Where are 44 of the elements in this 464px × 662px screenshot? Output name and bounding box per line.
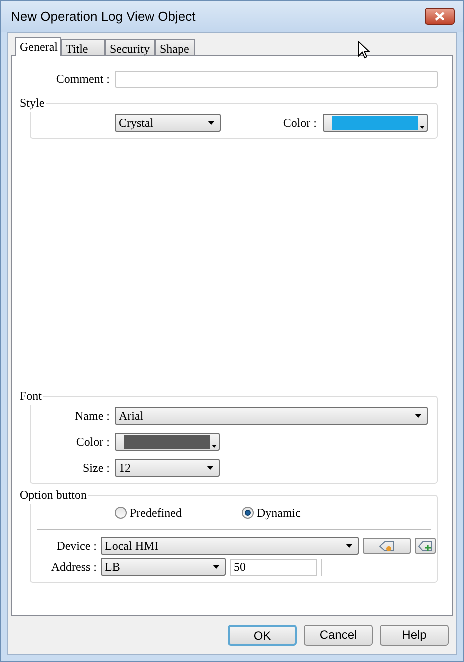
field-label: Size : — [82, 460, 110, 477]
group-title: Option button — [19, 487, 88, 504]
field-label: Name : — [74, 408, 110, 425]
dialog-button[interactable]: Help — [380, 624, 449, 646]
radio-option[interactable]: Dynamic — [242, 504, 301, 522]
dropdown-arrow-icon — [208, 121, 215, 125]
tab[interactable]: Shape — [155, 39, 195, 55]
tab[interactable]: Title — [61, 39, 105, 55]
field-label: Device : — [56, 538, 97, 555]
dropdown-arrow-icon — [346, 544, 353, 548]
dialog-button[interactable]: Cancel — [304, 624, 373, 646]
style-dropdown[interactable]: Crystal — [115, 114, 221, 132]
font-size-dropdown[interactable]: 12 — [115, 459, 220, 477]
tab[interactable]: General — [15, 37, 61, 56]
tag-icon — [379, 540, 395, 552]
address-type-dropdown[interactable]: LB — [101, 558, 226, 576]
address-field[interactable]: 50 — [230, 558, 317, 576]
tag-plus-icon — [418, 540, 433, 552]
color-picker[interactable] — [115, 433, 220, 451]
device-dropdown[interactable]: Local HMI — [101, 537, 359, 555]
dropdown-arrow-icon — [415, 414, 422, 418]
group-title: Style — [19, 95, 46, 112]
font-name-dropdown[interactable]: Arial — [115, 407, 428, 425]
close-icon — [435, 12, 445, 21]
group-title: Font — [19, 388, 44, 405]
comment-field[interactable] — [115, 70, 438, 88]
radio-button[interactable] — [115, 507, 127, 519]
close-button[interactable] — [425, 8, 455, 25]
color-picker[interactable] — [323, 114, 428, 132]
radio-button[interactable] — [242, 507, 254, 519]
window-title: New Operation Log View Object — [11, 8, 196, 26]
field-label: Comment : — [55, 71, 110, 88]
dropdown-arrow-icon — [207, 466, 214, 470]
field-label: Address : — [50, 559, 97, 576]
dropdown-arrow-icon — [420, 126, 425, 129]
dialog-button[interactable]: OK — [228, 624, 297, 646]
field-label: Color : — [282, 115, 317, 132]
add-tag-button[interactable] — [415, 538, 436, 554]
tab[interactable]: Security — [105, 39, 155, 55]
radio-option[interactable]: Predefined — [115, 504, 182, 522]
tag-button[interactable] — [363, 538, 411, 554]
dropdown-arrow-icon — [213, 565, 220, 569]
dropdown-arrow-icon — [212, 445, 217, 448]
field-label: Color : — [75, 434, 110, 451]
